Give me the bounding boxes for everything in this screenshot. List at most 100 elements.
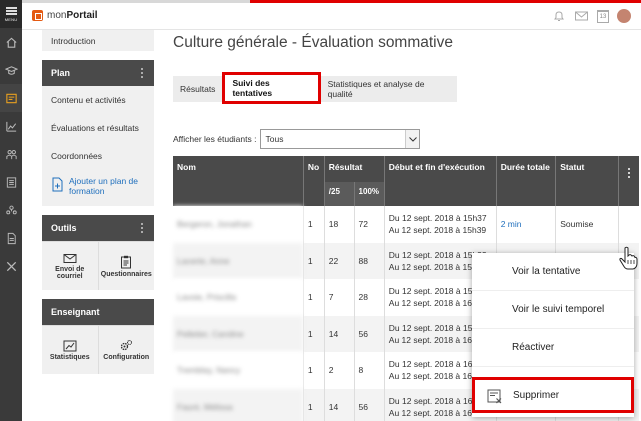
menu-label: MENU (4, 16, 18, 22)
tab-resultats[interactable]: Résultats (173, 76, 222, 102)
add-document-icon (52, 177, 63, 192)
tool-questionnaires[interactable]: Questionnaires (97, 242, 155, 290)
menu-item-voir-tentative[interactable]: Voir la tentative (472, 253, 634, 291)
cell-pct: 8 (354, 352, 385, 389)
menu-item-supprimer-label: Supprimer (513, 389, 560, 401)
bell-icon[interactable] (552, 9, 566, 23)
chevron-down-icon (405, 130, 420, 148)
nav-rail: MENU (0, 0, 22, 421)
rail-course-icon[interactable] (0, 84, 22, 112)
tool-configuration[interactable]: Configuration (97, 326, 155, 374)
filter-label: Afficher les étudiants : (173, 134, 257, 144)
rail-list-icon[interactable] (0, 168, 22, 196)
cell-no: 1 (303, 206, 325, 243)
logo-text-a: mon (47, 10, 67, 21)
cell-fin: Au 12 sept. 2018 à 15h39 (388, 225, 487, 236)
top-header: mon Portail 13 (22, 3, 641, 30)
table-row[interactable]: Bergeron, Jonathan 1 18 72 Du 12 sept. 2018 … (173, 206, 639, 243)
left-panel: Introduction Plan Contenu et activités É… (42, 30, 154, 383)
cell-debut: Du 12 sept. 2018 à 15h37 (388, 213, 487, 224)
rail-people-icon[interactable] (0, 140, 22, 168)
enseignant-title: Enseignant (51, 307, 100, 317)
cell-pct: 28 (354, 279, 385, 316)
cell-no: 1 (303, 352, 325, 389)
calendar-icon[interactable]: 13 (597, 9, 609, 23)
cell-pct: 56 (354, 315, 385, 352)
cell-pct: 56 (354, 388, 385, 421)
page-title: Culture générale - Évaluation sommative (173, 34, 453, 51)
enseignant-tools: Statistiques Configuration (42, 325, 154, 374)
cell-duree[interactable]: 2 min (496, 206, 557, 243)
row-actions-menu: Voir la tentative Voir le suivi temporel… (472, 253, 634, 417)
avatar[interactable] (617, 9, 631, 23)
cell-nom: Bergeron, Jonathan (173, 206, 304, 243)
column-options-button[interactable] (618, 156, 639, 206)
logo-mark-icon (32, 10, 43, 21)
plan-item-coordonnees[interactable]: Coordonnées (42, 142, 154, 170)
mail-icon[interactable] (574, 9, 589, 23)
enseignant-card-header: Enseignant (42, 299, 154, 325)
cell-nom: Lavoie, Priscilla (173, 279, 304, 316)
hand-cursor-icon (619, 246, 638, 270)
col-nom[interactable]: Nom (173, 156, 304, 206)
cell-dates: Du 12 sept. 2018 à 15h37 Au 12 sept. 2018… (384, 206, 497, 243)
menu-button[interactable]: MENU (0, 0, 22, 28)
cell-actions (618, 206, 639, 243)
cell-no: 1 (303, 388, 325, 421)
gears-icon (121, 340, 133, 351)
rail-tools-icon[interactable] (0, 252, 22, 280)
filter-select[interactable]: Tous (260, 129, 421, 149)
rail-chart-icon[interactable] (0, 112, 22, 140)
add-plan-label: Ajouter un plan de formation (69, 176, 138, 196)
col-dates[interactable]: Début et fin d'exécution (384, 156, 497, 206)
enseignant-card: Enseignant Statistiques Configuration (42, 299, 154, 374)
cell-nom: Lacerte, Anne (173, 242, 304, 279)
tool-statistiques[interactable]: Statistiques (42, 326, 98, 374)
tool-questionnaires-label: Questionnaires (100, 270, 152, 278)
cell-nom: Tremblay, Nancy (173, 352, 304, 389)
statistics-icon (63, 340, 77, 351)
tab-statistiques[interactable]: Statistiques et analyse de qualité (321, 76, 457, 102)
app-window: MENU mon Portail 13 Introduction Plan Con… (0, 0, 641, 421)
hamburger-icon (5, 6, 17, 15)
table-kebab-icon (626, 167, 632, 179)
tool-email-label: Envoi de courriel (55, 265, 85, 280)
intro-item[interactable]: Introduction (42, 30, 154, 51)
tab-bar: Résultats Suivi des tentatives Statistiq… (173, 71, 457, 104)
outils-kebab-icon[interactable] (139, 222, 145, 234)
tab-suivi-tentatives[interactable]: Suivi des tentatives (222, 71, 321, 104)
rail-graduation-cap-icon[interactable] (0, 56, 22, 84)
outils-tools: Envoi de courriel Questionnaires (42, 241, 154, 290)
plan-item-contenu[interactable]: Contenu et activités (42, 86, 154, 114)
col-no[interactable]: No (303, 156, 325, 206)
outils-title: Outils (51, 223, 77, 233)
menu-item-suivi-temporel[interactable]: Voir le suivi temporel (472, 291, 634, 329)
plan-title: Plan (51, 68, 71, 78)
cell-score: 18 (324, 206, 355, 243)
cell-statut: Soumise (555, 206, 619, 243)
header-icons: 13 (544, 9, 631, 23)
cell-score: 22 (324, 242, 355, 279)
col-score: /25 (324, 182, 355, 206)
rail-document-icon[interactable] (0, 224, 22, 252)
cell-score: 2 (324, 352, 355, 389)
add-plan-link[interactable]: Ajouter un plan de formation (42, 170, 154, 206)
plan-card: Plan Contenu et activités Évaluations et… (42, 60, 154, 206)
delete-document-icon (487, 389, 502, 404)
outils-card-header: Outils (42, 215, 154, 241)
menu-item-reactiver[interactable]: Réactiver (472, 329, 634, 367)
tool-configuration-label: Configuration (103, 354, 150, 361)
menu-item-supprimer[interactable]: Supprimer (472, 377, 634, 413)
col-resultat[interactable]: Résultat (324, 156, 385, 182)
outils-card: Outils Envoi de courriel Questionnaires (42, 215, 154, 290)
col-duree[interactable]: Durée totale (496, 156, 557, 206)
plan-card-header: Plan (42, 60, 154, 86)
plan-item-evaluations[interactable]: Évaluations et résultats (42, 114, 154, 142)
rail-home-icon[interactable] (0, 28, 22, 56)
rail-groups-icon[interactable] (0, 196, 22, 224)
cell-score: 14 (324, 388, 355, 421)
tool-email[interactable]: Envoi de courriel (42, 242, 98, 290)
col-statut[interactable]: Statut (555, 156, 619, 206)
plan-kebab-icon[interactable] (139, 67, 145, 79)
app-logo[interactable]: mon Portail (32, 10, 98, 21)
